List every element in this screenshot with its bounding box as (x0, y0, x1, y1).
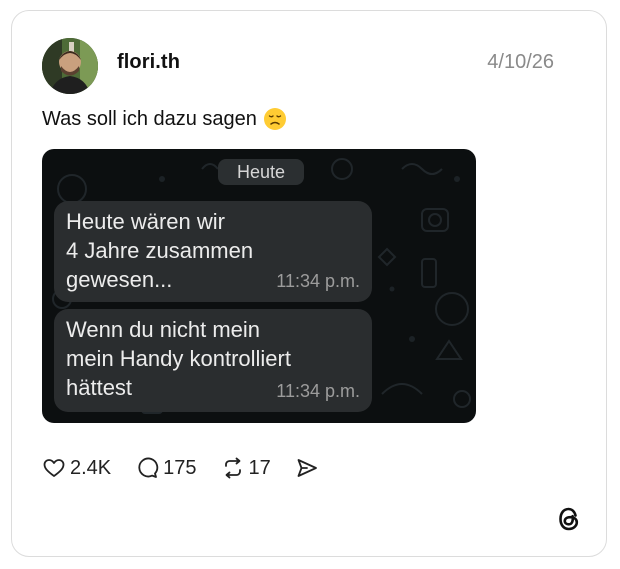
avatar[interactable] (42, 38, 98, 94)
repost-icon (221, 456, 245, 480)
message-time: 11:34 p.m. (276, 271, 360, 291)
like-count: 2.4K (70, 456, 112, 479)
comment-button[interactable]: 175 (135, 456, 197, 480)
repost-count: 17 (248, 456, 271, 479)
repost-button[interactable]: 17 (221, 456, 271, 480)
threads-logo-icon[interactable] (556, 505, 582, 538)
message-bubble: Heute wären wir 4 Jahre zusammen gewesen… (54, 201, 372, 302)
username[interactable]: flori.th (117, 51, 180, 74)
share-button[interactable] (295, 456, 319, 480)
comment-count: 175 (163, 456, 197, 479)
heart-icon (42, 456, 66, 480)
post-date: 4/10/26 (487, 51, 554, 73)
caption-text: Was soll ich dazu sagen (42, 107, 257, 130)
day-separator-label: Heute (218, 159, 304, 185)
message-bubble: Wenn du nicht mein mein Handy kontrollie… (54, 309, 372, 412)
post-caption: Was soll ich dazu sagen (42, 107, 287, 131)
disappointed-face-icon (263, 107, 287, 131)
comment-icon (135, 456, 159, 480)
message-time: 11:34 p.m. (276, 381, 360, 401)
post-card: flori.th 4/10/26 Was soll ich dazu sagen (11, 10, 607, 557)
chat-screenshot-image[interactable]: Heute Heute wären wir 4 Jahre zusammen g… (42, 149, 476, 423)
like-button[interactable]: 2.4K (42, 456, 111, 480)
share-icon (295, 456, 319, 480)
post-actions: 2.4K 175 17 (42, 456, 343, 480)
